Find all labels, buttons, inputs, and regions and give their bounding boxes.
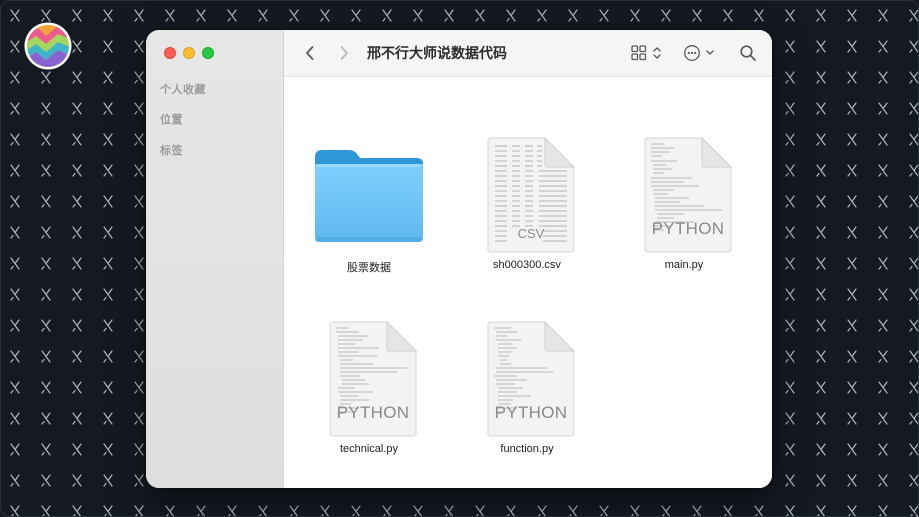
file-name: function.py — [500, 443, 554, 455]
toolbar: 邢不行大师说数据代码 — [284, 30, 772, 77]
forward-button[interactable] — [334, 42, 354, 64]
sidebar: 个人收藏 位置 标签 — [146, 30, 284, 488]
file-name: sh000300.csv — [493, 259, 561, 271]
file-type-badge: PYTHON — [651, 219, 725, 238]
file-name: main.py — [664, 259, 704, 271]
file-item[interactable]: PYTHON function.py — [467, 321, 587, 455]
view-mode-button[interactable] — [629, 42, 665, 64]
file-type-badge: PYTHON — [494, 403, 568, 422]
finder-window: 个人收藏 位置 标签 邢不行大师说数据代码 股票数据 CSV sh000300.… — [146, 30, 772, 488]
sidebar-section-favorites[interactable]: 个人收藏 — [160, 81, 206, 97]
sidebar-section-locations[interactable]: 位置 — [160, 111, 183, 127]
file-type-badge: PYTHON — [336, 403, 410, 422]
window-controls — [164, 47, 221, 59]
chevron-left-icon — [306, 46, 314, 60]
grid-view-icon — [631, 45, 661, 61]
window-title: 邢不行大师说数据代码 — [367, 46, 507, 62]
search-button[interactable] — [736, 42, 760, 64]
close-button[interactable] — [164, 47, 176, 59]
file-item[interactable]: PYTHON technical.py — [309, 321, 429, 455]
sidebar-section-tags[interactable]: 标签 — [160, 142, 183, 158]
more-actions-button[interactable] — [682, 42, 718, 64]
file-item[interactable]: CSV sh000300.csv — [467, 137, 587, 271]
file-item[interactable]: PYTHON main.py — [624, 137, 744, 271]
file-grid: 股票数据 CSV sh000300.csv PYTHON main.py PYT… — [284, 77, 772, 488]
file-item[interactable]: 股票数据 — [309, 137, 429, 275]
app-logo-icon[interactable] — [24, 22, 72, 70]
back-button[interactable] — [300, 42, 320, 64]
minimize-button[interactable] — [183, 47, 195, 59]
file-name: 股票数据 — [347, 262, 391, 274]
file-name: technical.py — [339, 443, 399, 455]
search-icon — [740, 45, 756, 61]
zoom-button[interactable] — [202, 47, 214, 59]
file-type-badge: CSV — [517, 226, 545, 241]
folder-icon — [315, 150, 423, 242]
ellipsis-circle-icon — [684, 45, 714, 61]
chevron-right-icon — [340, 46, 348, 60]
